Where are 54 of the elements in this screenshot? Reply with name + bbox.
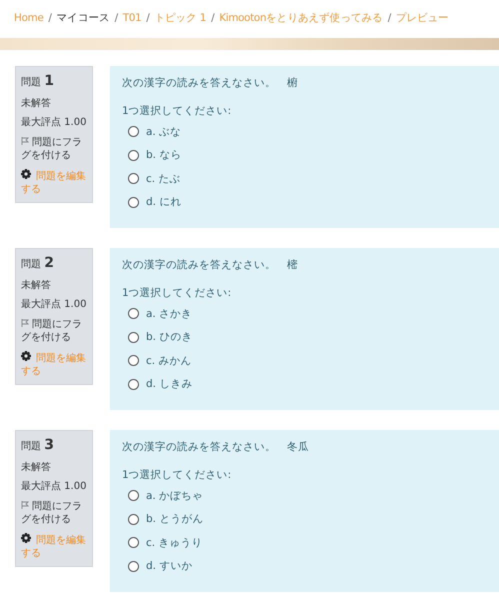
question-number: 問題 3 (21, 436, 55, 455)
settings-icon (21, 532, 31, 543)
answer-prompt: 1つ選択してください: (122, 104, 232, 118)
breadcrumb-separator: / (211, 12, 214, 24)
question-number: 問題 1 (21, 72, 55, 91)
flag-icon (21, 500, 29, 509)
breadcrumb-text: マイコース (56, 11, 110, 25)
answer-prompt: 1つ選択してください: (122, 286, 232, 300)
answer-option[interactable]: b. ひのき (122, 326, 487, 349)
answer-option[interactable]: a. かぼちゃ (122, 484, 487, 508)
question-text: 次の漢字の読みを答えなさい。 樒 (122, 258, 299, 272)
flag-question-link[interactable]: 問題にフラグを付ける (21, 500, 87, 527)
question-status: 未解答 (21, 96, 52, 110)
max-grade: 最大評点 1.00 (21, 480, 87, 494)
settings-icon (21, 168, 31, 179)
answer-prompt: 1つ選択してください: (122, 468, 232, 482)
max-grade: 最大評点 1.00 (21, 116, 87, 130)
settings-icon (21, 350, 31, 361)
radio-button[interactable] (128, 332, 139, 343)
radio-button[interactable] (128, 173, 139, 184)
answer-option[interactable]: c. たぶ (122, 167, 487, 190)
radio-button[interactable] (128, 308, 139, 320)
breadcrumb-separator: / (388, 12, 391, 24)
radio-button[interactable] (128, 490, 139, 502)
flag-icon (21, 318, 29, 327)
radio-button[interactable] (128, 196, 139, 208)
answer-option[interactable]: a. さかき (122, 302, 487, 326)
flag-question-link[interactable]: 問題にフラグを付ける (21, 318, 87, 345)
max-grade: 最大評点 1.00 (21, 298, 87, 312)
breadcrumb-separator: / (146, 12, 150, 24)
answer-option[interactable]: d. しきみ (122, 372, 487, 396)
answer-option[interactable]: c. きゅうり (122, 531, 487, 554)
answer-option[interactable]: d. すいか (122, 554, 487, 578)
radio-button[interactable] (128, 537, 139, 548)
flag-icon (21, 136, 29, 145)
breadcrumb-separator: / (48, 12, 52, 24)
answer-option[interactable]: b. なら (122, 144, 487, 167)
question-text: 次の漢字の読みを答えなさい。 冬瓜 (122, 440, 310, 454)
question-text: 次の漢字の読みを答えなさい。 椨 (122, 76, 299, 90)
question-status: 未解答 (21, 278, 52, 292)
answer-option[interactable]: d. にれ (122, 190, 487, 214)
answer-option[interactable]: b. とうがん (122, 508, 487, 531)
radio-button[interactable] (128, 126, 139, 138)
question-status: 未解答 (21, 460, 52, 474)
radio-button[interactable] (128, 150, 139, 161)
breadcrumb-separator: / (114, 12, 118, 24)
radio-button[interactable] (128, 514, 139, 525)
radio-button[interactable] (128, 355, 139, 366)
answer-option[interactable]: c. みかん (122, 349, 487, 372)
flag-question-link[interactable]: 問題にフラグを付ける (21, 136, 87, 163)
question-number: 問題 2 (21, 254, 55, 273)
answer-option[interactable]: a. ぶな (122, 120, 487, 144)
radio-button[interactable] (128, 560, 139, 572)
radio-button[interactable] (128, 378, 139, 390)
